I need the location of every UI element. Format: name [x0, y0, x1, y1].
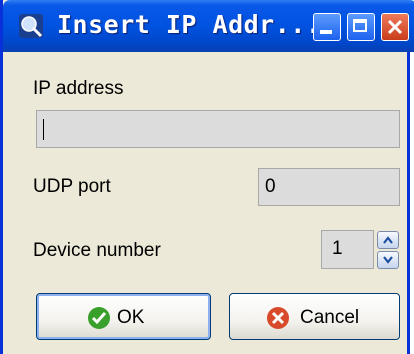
ok-button[interactable]: OK: [36, 293, 211, 340]
ok-label: OK: [117, 307, 145, 328]
cancel-label: Cancel: [300, 307, 360, 328]
udp-port-input[interactable]: 0: [258, 168, 400, 206]
text-caret: [43, 119, 44, 140]
minimize-button[interactable]: [313, 13, 341, 41]
chevron-down-icon: [383, 256, 393, 264]
udp-port-label: UDP port: [33, 176, 111, 197]
close-button[interactable]: [381, 13, 409, 41]
satellite-dish-icon: [19, 14, 43, 38]
checkmark-icon: [88, 307, 110, 329]
device-number-label: Device number: [33, 240, 161, 261]
ip-address-input[interactable]: [36, 110, 400, 148]
spin-up-button[interactable]: [377, 231, 399, 249]
spin-down-button[interactable]: [377, 251, 399, 269]
chevron-up-icon: [383, 236, 393, 244]
close-icon: [387, 19, 403, 35]
window-title: Insert IP Addr...: [57, 10, 322, 39]
ip-address-label: IP address: [33, 78, 124, 99]
title-bar[interactable]: Insert IP Addr...: [3, 0, 414, 52]
cancel-button[interactable]: Cancel: [229, 293, 400, 340]
cancel-icon: [267, 307, 289, 329]
device-number-input[interactable]: 1: [321, 230, 374, 269]
insert-ip-dialog: Insert IP Addr... IP address UDP port 0 …: [0, 0, 414, 354]
maximize-button[interactable]: [347, 13, 375, 41]
